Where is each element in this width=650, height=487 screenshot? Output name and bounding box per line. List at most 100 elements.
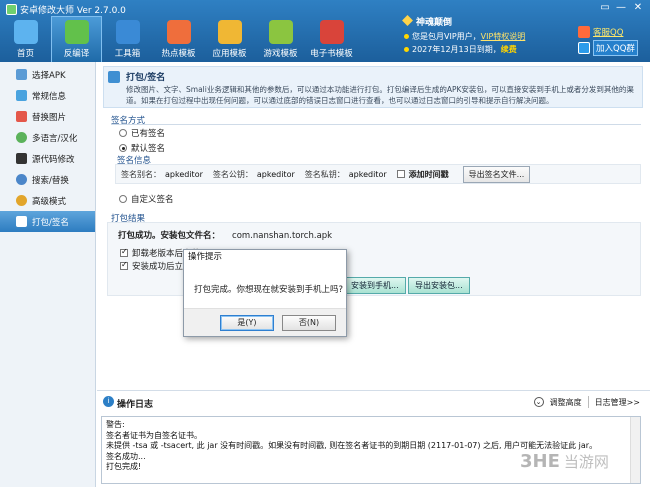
checkbox-checked-icon [120, 260, 128, 270]
dialog-title: 操作提示 [184, 250, 346, 264]
export-package-button[interactable]: 导出安装包... [408, 277, 470, 294]
top-bar: 安卓修改大师 Ver 2.7.0.0 ▭ — ✕ 首页 反编译 工具箱 热点模板… [0, 0, 650, 62]
log-header: i 操作日志 ⌄ 调整高度 日志管理>> [97, 390, 650, 414]
qq-service-link[interactable]: 客服QQ [578, 25, 623, 39]
timestamp-checkbox[interactable] [396, 170, 405, 178]
apk-icon [16, 69, 27, 80]
package-filename: com.nanshan.torch.apk [232, 231, 333, 241]
code-icon [16, 153, 27, 164]
radio-label: 自定义签名 [131, 195, 174, 205]
export-sign-file-button[interactable]: 导出签名文件... [462, 165, 531, 183]
nav-label: 游戏模板 [263, 49, 298, 59]
wrench-icon [16, 216, 27, 227]
log-manage-link[interactable]: 日志管理>> [595, 397, 640, 408]
nav-app-template[interactable]: 应用模板 [204, 16, 255, 62]
sidebar-item-advanced[interactable]: 高级模式 [0, 190, 95, 211]
timestamp-label: 添加时间戳 [408, 169, 449, 179]
dialog-footer: 是(Y) 否(N) [184, 308, 346, 336]
sidebar-item-localization[interactable]: 多语言/汉化 [0, 127, 95, 148]
radio-custom-sign[interactable]: 自定义签名 [119, 193, 174, 205]
radio-default-sign[interactable]: 默认签名 [119, 142, 165, 154]
close-icon[interactable]: ✕ [631, 2, 645, 13]
adjust-height-button[interactable]: 调整高度 [550, 397, 582, 408]
toolbox-icon [115, 20, 140, 44]
section-header: 打包/签名 修改图片、文字、Smali业务逻辑和其他的参数后，可以通过本功能进行… [103, 66, 643, 108]
sidebar-item-label: 源代码修改 [32, 154, 75, 165]
decompile-icon [64, 20, 89, 44]
sidebar-item-label: 替换图片 [32, 112, 67, 123]
pack-success-line: 打包成功。安装包文件名： com.nanshan.torch.apk [118, 229, 332, 241]
app-title: 安卓修改大师 Ver 2.7.0.0 [6, 3, 126, 16]
alias-label: 签名别名： [121, 169, 161, 179]
sidebar-item-select-apk[interactable]: 选择APK [0, 64, 95, 85]
package-icon [108, 71, 120, 83]
vip-expire-line: 2027年12月13日到期，续费 [404, 44, 517, 55]
nav-hot-template[interactable]: 热点模板 [153, 16, 204, 62]
radio-existing-sign[interactable]: 已有签名 [119, 127, 165, 139]
app-template-icon [217, 20, 242, 44]
alias-value: apkeditor [165, 169, 203, 179]
sidebar-item-general-info[interactable]: 常规信息 [0, 85, 95, 106]
main-nav: 首页 反编译 工具箱 热点模板 应用模板 游戏模板 电子书模板 [0, 16, 357, 62]
private-key-value: apkeditor [348, 169, 387, 179]
log-line: 签名者证书为自签名证书。 [106, 430, 202, 440]
radio-icon [119, 129, 127, 137]
no-button[interactable]: 否(N) [282, 315, 336, 331]
log-line: 警告: [106, 420, 125, 429]
vip-status-text: 您是包月VIP用户， [412, 32, 481, 41]
nav-label: 反编译 [63, 49, 90, 59]
public-key-label: 签名公钥： [212, 169, 253, 179]
launch-after-install-checkbox[interactable]: 安装成功后立刻 [120, 260, 192, 272]
chevron-down-icon[interactable]: ⌄ [533, 397, 544, 407]
nav-toolbox[interactable]: 工具箱 [102, 16, 153, 62]
sidebar-item-search-replace[interactable]: 搜索/替换 [0, 169, 95, 190]
watermark-text: 当游网 [563, 452, 609, 471]
checkbox-checked-icon [120, 247, 128, 257]
vip-privilege-link[interactable]: VIP特权说明 [481, 32, 526, 41]
main-panel: 打包/签名 修改图片、文字、Smali业务逻辑和其他的参数后，可以通过本功能进行… [97, 62, 650, 487]
sidebar-item-label: 打包/签名 [32, 217, 69, 228]
nav-home[interactable]: 首页 [0, 16, 51, 62]
radio-label: 已有签名 [131, 129, 166, 139]
qq-service-icon [578, 26, 590, 38]
radio-selected-icon [119, 144, 127, 152]
minimize-icon[interactable]: — [614, 2, 628, 13]
restore-icon[interactable]: ▭ [598, 2, 612, 13]
divider [111, 124, 641, 125]
qq-group-icon [578, 42, 590, 54]
nav-ebook-template[interactable]: 电子书模板 [306, 16, 357, 62]
qq-group-text: 加入QQ群 [593, 40, 638, 56]
sidebar-item-label: 搜索/替换 [32, 175, 69, 186]
confirm-dialog: 操作提示 打包完成。你想现在就安装到手机上吗? 是(Y) 否(N) [183, 249, 347, 337]
sidebar: 选择APK 常规信息 替换图片 多语言/汉化 源代码修改 搜索/替换 高级模式 … [0, 62, 96, 487]
vip-expire-text: 2027年12月13日到期， [412, 45, 501, 54]
vip-status-line: 您是包月VIP用户，VIP特权说明 [404, 31, 525, 42]
sidebar-item-source-code[interactable]: 源代码修改 [0, 148, 95, 169]
bullet-icon [404, 34, 409, 39]
bullet-icon [404, 47, 409, 52]
sidebar-item-pack-sign[interactable]: 打包/签名 [0, 211, 95, 232]
ebook-template-icon [319, 20, 344, 44]
image-icon [16, 111, 27, 122]
nav-label: 工具箱 [114, 49, 141, 59]
pack-success-label: 打包成功。安装包文件名： [118, 231, 221, 241]
qq-group-button[interactable]: 加入QQ群 [578, 40, 638, 56]
private-key-label: 签名私钥： [304, 169, 345, 179]
nav-decompile[interactable]: 反编译 [51, 16, 102, 62]
yes-button[interactable]: 是(Y) [220, 315, 274, 331]
sidebar-item-replace-image[interactable]: 替换图片 [0, 106, 95, 127]
search-icon [16, 174, 27, 185]
log-tools: ⌄ 调整高度 日志管理>> [533, 396, 640, 408]
vip-renew-link[interactable]: 续费 [501, 45, 517, 54]
gear-icon [16, 195, 27, 206]
hot-template-icon [166, 20, 191, 44]
dialog-message: 打包完成。你想现在就安装到手机上吗? [194, 285, 344, 295]
nav-game-template[interactable]: 游戏模板 [255, 16, 306, 62]
sidebar-item-label: 常规信息 [32, 91, 67, 102]
game-template-icon [268, 20, 293, 44]
home-icon [13, 20, 38, 44]
vip-gem-icon [402, 15, 413, 26]
install-to-phone-button[interactable]: 安装到手机... [344, 277, 406, 294]
page-description: 修改图片、文字、Smali业务逻辑和其他的参数后，可以通过本功能进行打包。打包编… [126, 85, 634, 105]
nav-label: 首页 [16, 49, 34, 59]
